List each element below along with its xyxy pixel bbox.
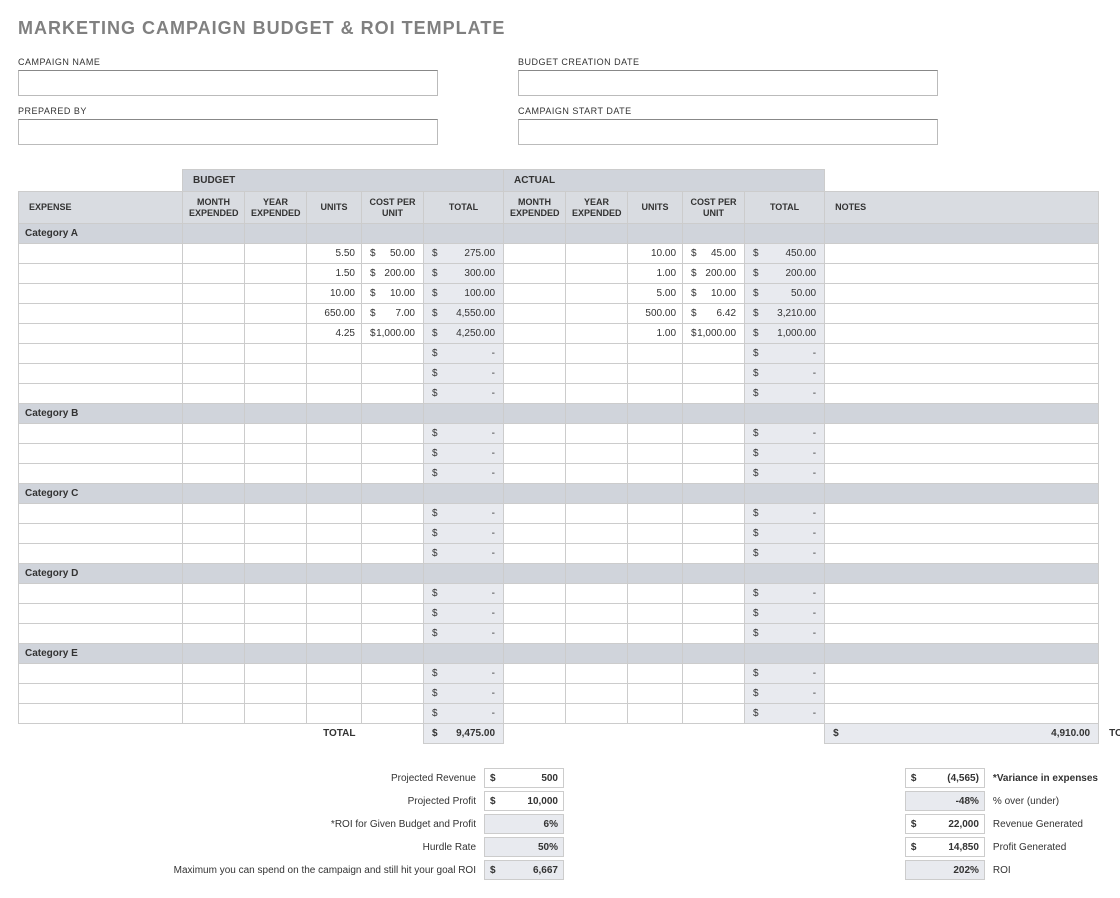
budget-date-input[interactable] (518, 70, 938, 96)
table-row[interactable]: $-$- (19, 684, 1099, 704)
budget-header: BUDGET (183, 170, 504, 192)
col-cpu-b: COST PER UNIT (362, 192, 424, 224)
table-row[interactable]: $-$- (19, 444, 1099, 464)
summary-value[interactable]: -48% (905, 791, 985, 811)
table-row[interactable]: $-$- (19, 344, 1099, 364)
campaign-name-label: CAMPAIGN NAME (18, 57, 438, 67)
col-month-b: MONTH EXPENDED (183, 192, 245, 224)
summary-row: Hurdle Rate50% (26, 837, 564, 857)
summary-value[interactable]: $14,850 (905, 837, 985, 857)
col-units-a: UNITS (628, 192, 683, 224)
table-row[interactable]: $-$- (19, 544, 1099, 564)
summary-value[interactable]: 202% (905, 860, 985, 880)
col-year-a: YEAR EXPENDED (566, 192, 628, 224)
summary-value[interactable]: $10,000 (484, 791, 564, 811)
summary-row: $22,000Revenue Generated (905, 814, 1098, 834)
col-total-b: TOTAL (424, 192, 504, 224)
summary-row: *ROI for Given Budget and Profit6% (26, 814, 564, 834)
table-row[interactable]: 5.50$50.00$275.0010.00$45.00$450.00 (19, 244, 1099, 264)
category-row: Category C (19, 484, 1099, 504)
table-row[interactable]: $-$- (19, 504, 1099, 524)
col-notes: NOTES (825, 192, 1099, 224)
table-row[interactable]: $-$- (19, 664, 1099, 684)
category-row: Category E (19, 644, 1099, 664)
table-row[interactable]: $-$- (19, 364, 1099, 384)
budget-total: $9,475.00 (424, 724, 504, 744)
col-units-b: UNITS (307, 192, 362, 224)
actual-total: $4,910.00 (825, 724, 1099, 744)
prepared-by-label: PREPARED BY (18, 106, 438, 116)
col-total-a: TOTAL (745, 192, 825, 224)
table-row[interactable]: 10.00$10.00$100.005.00$10.00$50.00 (19, 284, 1099, 304)
summary-row: $14,850Profit Generated (905, 837, 1098, 857)
col-expense: EXPENSE (19, 192, 183, 224)
summary-value[interactable]: 6% (484, 814, 564, 834)
summary-row: Projected Profit$10,000 (26, 791, 564, 811)
category-row: Category D (19, 564, 1099, 584)
start-date-label: CAMPAIGN START DATE (518, 106, 938, 116)
summary-row: Maximum you can spend on the campaign an… (26, 860, 564, 880)
table-row[interactable]: $-$- (19, 524, 1099, 544)
start-date-input[interactable] (518, 119, 938, 145)
campaign-name-input[interactable] (18, 70, 438, 96)
summary-value[interactable]: $6,667 (484, 860, 564, 880)
totals-label: TOTAL (19, 724, 362, 744)
summary-row: Projected Revenue$500 (26, 768, 564, 788)
col-year-b: YEAR EXPENDED (245, 192, 307, 224)
col-cpu-a: COST PER UNIT (683, 192, 745, 224)
budget-date-label: BUDGET CREATION DATE (518, 57, 938, 67)
category-row: Category A (19, 224, 1099, 244)
table-row[interactable]: $-$- (19, 384, 1099, 404)
prepared-by-input[interactable] (18, 119, 438, 145)
table-row[interactable]: 650.00$7.00$4,550.00500.00$6.42$3,210.00 (19, 304, 1099, 324)
col-month-a: MONTH EXPENDED (504, 192, 566, 224)
summary-row: $(4,565)*Variance in expenses (905, 768, 1098, 788)
table-row[interactable]: $-$- (19, 624, 1099, 644)
table-row[interactable]: $-$- (19, 584, 1099, 604)
table-row[interactable]: $-$- (19, 424, 1099, 444)
summary-row: 202%ROI (905, 860, 1098, 880)
summary-value[interactable]: $22,000 (905, 814, 985, 834)
table-row[interactable]: $-$- (19, 704, 1099, 724)
page-title: MARKETING CAMPAIGN BUDGET & ROI TEMPLATE (18, 18, 1102, 39)
table-row[interactable]: $-$- (19, 464, 1099, 484)
actual-header: ACTUAL (504, 170, 825, 192)
summary-row: -48%% over (under) (905, 791, 1098, 811)
table-row[interactable]: 4.25$1,000.00$4,250.001.00$1,000.00$1,00… (19, 324, 1099, 344)
table-row[interactable]: 1.50$200.00$300.001.00$200.00$200.00 (19, 264, 1099, 284)
category-row: Category B (19, 404, 1099, 424)
table-row[interactable]: $-$- (19, 604, 1099, 624)
summary-value[interactable]: 50% (484, 837, 564, 857)
summary-value[interactable]: $(4,565) (905, 768, 985, 788)
budget-table: BUDGET ACTUAL EXPENSE MONTH EXPENDED YEA… (18, 169, 1099, 744)
summary-value[interactable]: $500 (484, 768, 564, 788)
